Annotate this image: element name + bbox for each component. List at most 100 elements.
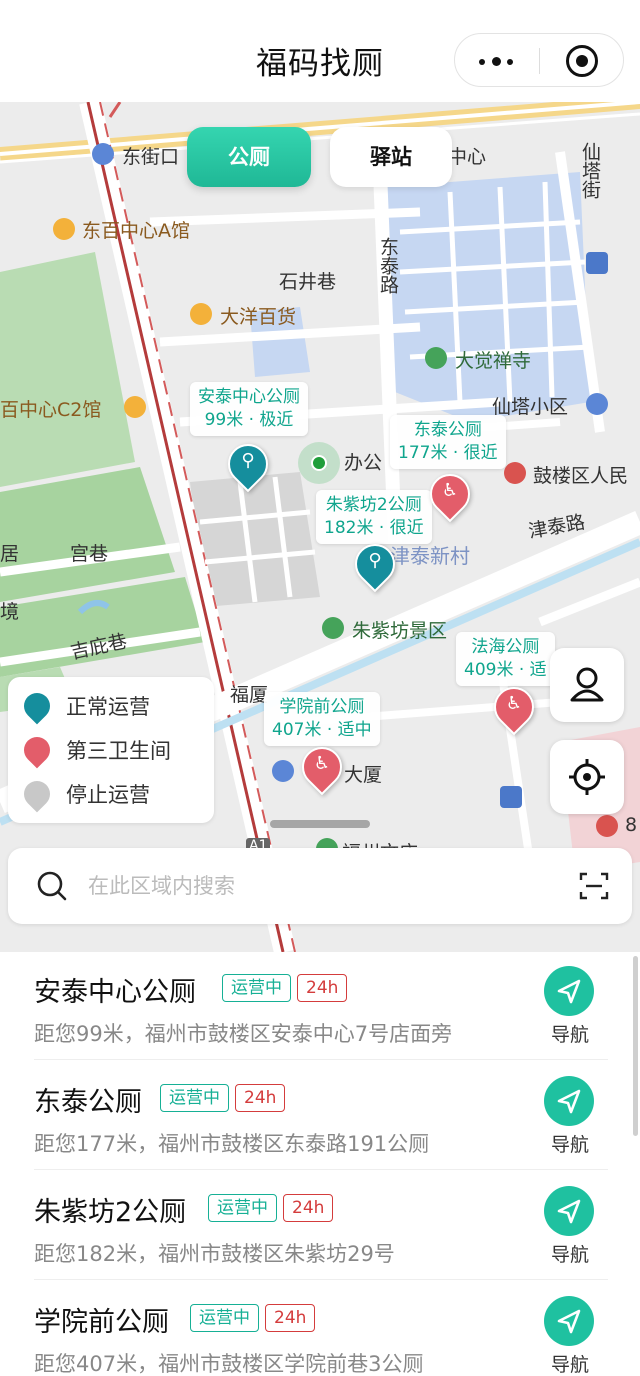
building-icon[interactable]	[500, 786, 522, 808]
list-item[interactable]: 东泰公厕 运营中 24h 距您177米，福州市鼓楼区东泰路191公厕 导航	[34, 1062, 608, 1170]
map-label-dajue: 大觉禅寺	[455, 350, 532, 372]
navigate-button[interactable]	[544, 966, 594, 1016]
map-label-jing: 境	[0, 601, 20, 623]
tag-group: 运营中 24h	[160, 1084, 291, 1112]
map-tooltip-antai[interactable]: 安泰中心公厕 99米 · 极近	[190, 382, 308, 436]
map-label-xianta-xiaoqu: 仙塔小区	[492, 396, 569, 418]
navigation-arrow-icon	[557, 1199, 581, 1224]
map-tooltip-zhuzifang[interactable]: 朱紫坊2公厕 182米 · 很近	[316, 490, 432, 544]
map-tooltip-fahai[interactable]: 法海公厕 409米 · 适	[456, 632, 555, 686]
toilet-stopped-icon	[18, 775, 56, 813]
list-scrollbar[interactable]	[633, 956, 638, 1136]
legend-normal: 正常运营	[18, 687, 150, 725]
map-label-dongbai-c2: 百中心C2馆	[0, 399, 102, 421]
navigate-label[interactable]: 导航	[540, 1240, 600, 1267]
tab-toilet[interactable]: 公厕	[187, 127, 311, 187]
toilet-accessible-icon	[18, 731, 56, 769]
my-location-icon	[311, 455, 327, 471]
navigate-label[interactable]: 导航	[540, 1130, 600, 1157]
map-label-bangong: 办公	[344, 452, 383, 474]
hospital-icon[interactable]	[596, 815, 618, 837]
map-label-num8: 8	[625, 814, 638, 836]
scan-icon[interactable]	[578, 870, 610, 902]
navigation-arrow-icon	[557, 1309, 581, 1334]
toilet-address: 距您182米，福州市鼓楼区朱紫坊29号	[34, 1242, 395, 1266]
toilet-name: 朱紫坊2公厕	[34, 1197, 187, 1228]
list-item[interactable]: 学院前公厕 运营中 24h 距您407米，福州市鼓楼区学院前巷3公厕 导航	[34, 1282, 608, 1376]
navigate-button[interactable]	[544, 1296, 594, 1346]
more-icon[interactable]	[477, 57, 517, 66]
mall-icon[interactable]	[124, 396, 146, 418]
map-label-shijingxiang: 石井巷	[279, 271, 337, 293]
search-icon	[37, 871, 67, 901]
residence-icon[interactable]	[586, 393, 608, 415]
navigate-button[interactable]	[544, 1076, 594, 1126]
navigation-arrow-icon	[557, 979, 581, 1004]
tab-station[interactable]: 驿站	[330, 127, 452, 187]
miniprogram-capsule	[454, 33, 624, 87]
search-bar[interactable]	[8, 848, 632, 924]
capsule-divider	[539, 48, 540, 74]
legend-label: 第三卫生间	[66, 739, 171, 763]
close-miniprogram-icon[interactable]	[566, 45, 598, 77]
tooltip-info: 407米 · 适中	[272, 720, 372, 740]
user-button[interactable]	[550, 648, 624, 722]
map-tooltip-xueyuan[interactable]: 学院前公厕 407米 · 适中	[264, 692, 380, 746]
map-label-gulou-renmin: 鼓楼区人民	[533, 465, 629, 487]
drawer-handle[interactable]	[270, 820, 370, 828]
toilet-name: 东泰公厕	[34, 1087, 142, 1118]
map-label-fuhou: 福厦	[230, 684, 269, 706]
toilet-pin-icon[interactable]: ⚲	[346, 535, 404, 593]
mall-icon[interactable]	[190, 303, 212, 325]
status-badge: 运营中	[160, 1084, 229, 1112]
scenic-icon[interactable]	[322, 617, 344, 639]
tag-group: 运营中 24h	[190, 1304, 321, 1332]
legend-label: 停止运营	[66, 783, 150, 807]
map-label-dasha: 大厦	[344, 764, 383, 786]
accessible-toilet-pin-icon[interactable]: ♿	[485, 678, 543, 736]
toilet-address: 距您177米，福州市鼓楼区东泰路191公厕	[34, 1132, 430, 1156]
map-label-zhongxin: 中心	[448, 146, 487, 168]
tag-group: 运营中 24h	[208, 1194, 339, 1222]
map-label-dongtailu: 东泰路	[377, 237, 399, 294]
tooltip-name: 东泰公厕	[413, 420, 482, 440]
tooltip-info: 177米 · 很近	[398, 443, 498, 463]
map[interactable]: 东街口 中心 东百中心A馆 石井巷 东泰路 仙塔街 大洋百货 大觉禅寺 仙塔小区…	[0, 102, 640, 952]
bus-stop-icon[interactable]	[586, 252, 608, 274]
toilet-list: 安泰中心公厕 运营中 24h 距您99米，福州市鼓楼区安泰中心7号店面旁 导航 …	[0, 952, 640, 1376]
hours-badge: 24h	[283, 1194, 334, 1222]
search-input[interactable]	[88, 868, 528, 904]
hours-badge: 24h	[235, 1084, 286, 1112]
tooltip-name: 学院前公厕	[279, 697, 365, 717]
header: 福码找厕	[0, 0, 640, 102]
accessible-toilet-pin-icon[interactable]: ♿	[421, 465, 479, 523]
navigate-label[interactable]: 导航	[540, 1350, 600, 1376]
locate-button[interactable]	[550, 740, 624, 814]
map-tooltip-dongtai[interactable]: 东泰公厕 177米 · 很近	[390, 415, 506, 469]
navigate-button[interactable]	[544, 1186, 594, 1236]
temple-icon[interactable]	[425, 347, 447, 369]
tooltip-info: 182米 · 很近	[324, 518, 424, 538]
tag-group: 运营中 24h	[222, 974, 353, 1002]
mall-icon[interactable]	[53, 218, 75, 240]
building-icon[interactable]	[272, 760, 294, 782]
list-item[interactable]: 朱紫坊2公厕 运营中 24h 距您182米，福州市鼓楼区朱紫坊29号 导航	[34, 1172, 608, 1280]
map-label-ju: 居	[0, 543, 20, 565]
map-label-dayang: 大洋百货	[220, 306, 297, 328]
list-item[interactable]: 安泰中心公厕 运营中 24h 距您99米，福州市鼓楼区安泰中心7号店面旁 导航	[34, 952, 608, 1060]
map-legend: 正常运营 第三卫生间 停止运营	[8, 677, 214, 823]
status-badge: 运营中	[208, 1194, 277, 1222]
toilet-pin-icon[interactable]: ⚲	[219, 435, 277, 493]
status-badge: 运营中	[190, 1304, 259, 1332]
hours-badge: 24h	[265, 1304, 316, 1332]
tooltip-name: 朱紫坊2公厕	[325, 495, 422, 515]
toilet-normal-icon	[18, 687, 56, 725]
toilet-address: 距您407米，福州市鼓楼区学院前巷3公厕	[34, 1352, 424, 1376]
navigate-label[interactable]: 导航	[540, 1020, 600, 1047]
government-icon[interactable]	[504, 462, 526, 484]
accessible-toilet-pin-icon[interactable]: ♿	[293, 738, 351, 796]
map-label-zhuzifang: 朱紫坊景区	[352, 620, 448, 642]
subway-icon[interactable]	[92, 143, 114, 165]
tooltip-info: 99米 · 极近	[204, 410, 294, 430]
user-icon	[570, 667, 604, 702]
